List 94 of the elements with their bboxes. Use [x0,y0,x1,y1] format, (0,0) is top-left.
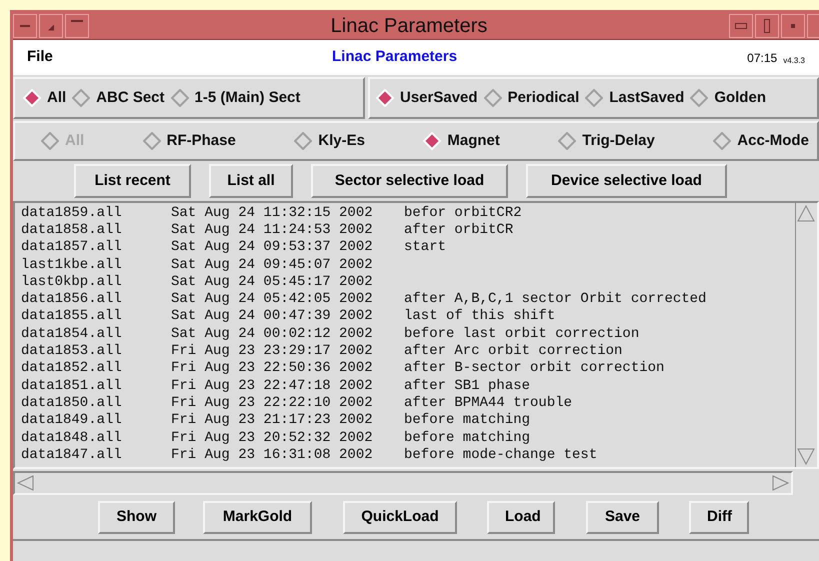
radio-label[interactable]: Acc-Mode [737,130,809,152]
file-comment: after B-sector orbit correction [404,361,664,376]
file-name: data1847.all [21,448,123,462]
push-button[interactable]: List all [209,164,293,198]
corner-icon[interactable] [39,14,63,38]
push-button[interactable]: Save [586,500,659,534]
iconify-icon[interactable] [781,14,805,38]
radio-selected-icon[interactable] [23,89,41,107]
file-name: last0kbp.all [21,274,123,289]
app-heading: Linac Parameters [331,47,458,68]
file-name: data1855.all [21,309,123,324]
radio-label[interactable]: LastSaved [609,86,684,110]
file-name: data1853.all [21,344,123,358]
radio-icon[interactable] [713,132,732,150]
file-name: data1848.all [21,430,123,444]
file-comment: befor orbitCR2 [404,206,522,220]
file-date: Sat Aug 24 00:47:39 2002 [171,309,374,324]
push-button[interactable]: QuickLoad [343,500,457,534]
file-comment: before mode-change test [404,448,598,462]
file-comment: after orbitCR [404,222,514,237]
push-button[interactable]: List recent [74,164,191,198]
window-title: Linac Parameters [330,14,488,38]
version-label: v4.3.3 [783,54,805,66]
file-date: Sat Aug 24 11:32:15 2002 [171,206,374,220]
scroll-down-icon[interactable] [796,447,816,467]
push-button[interactable]: Load [487,500,555,534]
file-comment: after A,B,C,1 sector Orbit corrected [404,292,706,306]
radio-label[interactable]: 1-5 (Main) Sect [194,86,300,110]
maximize-icon[interactable] [755,14,779,38]
file-comment: after BPMA44 trouble [404,396,572,410]
file-date: Sat Aug 24 09:45:07 2002 [171,258,374,272]
file-comment: after Arc orbit correction [404,344,622,358]
push-button[interactable]: Show [98,500,175,534]
push-button[interactable]: Device selective load [526,164,727,198]
push-button[interactable]: Sector selective load [311,164,508,198]
file-comment: before matching [404,430,530,444]
scroll-left-icon[interactable] [15,474,35,492]
radio-icon[interactable] [294,132,312,150]
file-name: data1856.all [21,292,123,306]
radio-label[interactable]: Magnet [447,130,500,152]
file-date: Sat Aug 24 11:24:53 2002 [171,222,374,237]
file-name: data1849.all [21,413,123,428]
scroll-right-icon[interactable] [771,474,791,492]
push-button[interactable]: MarkGold [203,500,312,534]
file-comment: before last orbit correction [404,326,640,341]
file-date: Fri Aug 23 16:31:08 2002 [171,448,374,462]
vertical-scrollbar[interactable] [795,203,817,467]
file-date: Fri Aug 23 20:52:32 2002 [171,430,374,444]
file-name: data1854.all [21,326,123,341]
horizontal-scrollbar[interactable] [13,471,793,495]
file-comment: start [404,240,446,254]
radio-icon[interactable] [170,89,189,107]
file-date: Sat Aug 24 05:42:05 2002 [171,292,374,306]
file-date: Fri Aug 23 22:50:36 2002 [171,361,374,376]
radio-label[interactable]: All [47,86,66,110]
radio-label[interactable]: RF-Phase [166,130,236,152]
clock-time: 07:15 [747,50,778,66]
radio-icon[interactable] [72,89,90,107]
file-name: data1850.all [21,396,123,410]
radio-label[interactable]: Kly-Es [318,130,365,152]
file-date: Fri Aug 23 23:29:17 2002 [171,344,374,358]
file-date: Sat Aug 24 09:53:37 2002 [171,240,374,254]
push-button[interactable]: Diff [689,500,749,534]
radio-icon[interactable] [585,89,604,107]
radio-label[interactable]: Trig-Delay [582,130,655,152]
file-date: Fri Aug 23 21:17:23 2002 [171,413,374,428]
radio-selected-icon[interactable] [376,89,394,107]
file-comment: last of this shift [404,309,556,324]
shade-icon[interactable] [65,14,89,38]
file-comment: before matching [404,413,530,428]
radio-label[interactable]: Periodical [508,86,580,110]
file-name: data1859.all [21,206,123,220]
file-name: data1858.all [21,222,123,237]
radio-label[interactable]: UserSaved [400,86,478,110]
scroll-up-icon[interactable] [796,203,816,223]
file-date: Fri Aug 23 22:22:10 2002 [171,396,374,410]
radio-selected-icon[interactable] [423,132,442,150]
file-date: Fri Aug 23 22:47:18 2002 [171,378,374,393]
radio-icon[interactable] [484,89,502,107]
window-menu-icon[interactable] [13,14,37,38]
file-name: data1851.all [21,378,123,393]
file-name: last1kbe.all [21,258,123,272]
file-name: data1852.all [21,361,123,376]
file-date: Sat Aug 24 05:45:17 2002 [171,274,374,289]
radio-label[interactable]: Golden [714,86,766,110]
file-date: Sat Aug 24 00:02:12 2002 [171,326,374,341]
radio-icon[interactable] [558,132,576,150]
minimize-icon[interactable] [729,14,753,38]
radio-label[interactable]: ABC Sect [96,86,165,110]
radio-icon[interactable] [142,132,161,150]
radio-icon[interactable] [690,89,708,107]
file-menu[interactable]: File [27,46,277,69]
file-comment: after SB1 phase [404,378,530,393]
file-name: data1857.all [21,240,123,254]
